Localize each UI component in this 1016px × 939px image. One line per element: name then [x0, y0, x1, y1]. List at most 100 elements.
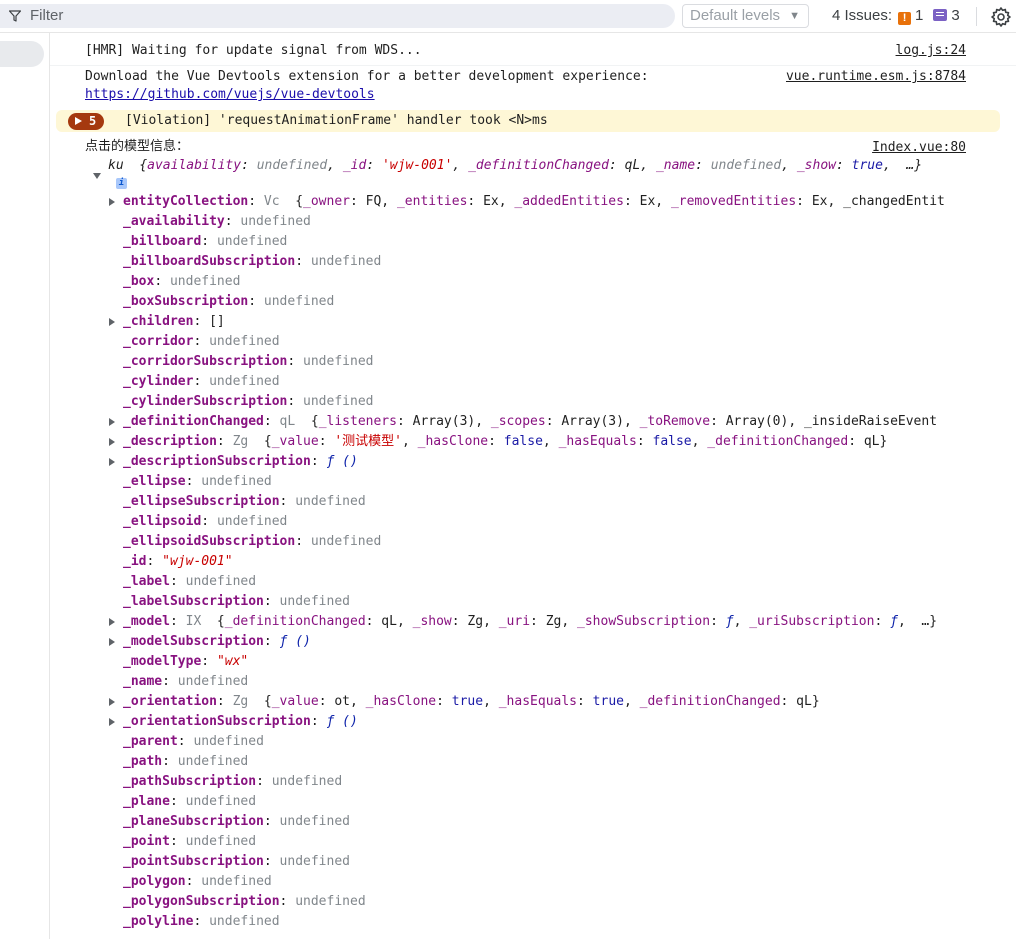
property-row: _id: "wjw-001" [123, 554, 233, 569]
property-row: _ellipse: undefined [123, 474, 272, 489]
property-key: _definitionChanged [123, 414, 264, 429]
property-key: _point [123, 834, 170, 849]
expand-arrow-icon[interactable] [109, 198, 115, 206]
warning-icon: ! [898, 12, 912, 25]
property-value: undefined [209, 374, 280, 389]
property-key: _orientationSubscription [123, 714, 311, 729]
collapse-arrow-icon[interactable] [93, 173, 101, 179]
expand-arrow-icon[interactable] [109, 458, 115, 466]
property-value: undefined [295, 894, 366, 909]
property-value: undefined [177, 754, 249, 769]
property-key: _availability [123, 214, 225, 229]
property-value: undefined [201, 474, 272, 489]
property-row: _modelType: "wx" [123, 654, 249, 669]
property-row: _labelSubscription: undefined [123, 594, 350, 609]
property-row: _point: undefined [123, 834, 257, 849]
property-key: _billboardSubscription [123, 254, 296, 269]
gear-icon[interactable] [990, 6, 1012, 28]
property-row: _polygon: undefined [123, 874, 272, 889]
property-row: _parent: undefined [123, 734, 264, 749]
issues-button[interactable]: 4 Issues:! 1 3 [832, 4, 960, 28]
property-row[interactable]: _orientation: Zg {_value: ot, _hasClone:… [123, 692, 976, 712]
property-row[interactable]: entityCollection: Vc {_owner: FQ, _entit… [123, 192, 976, 212]
property-key: _polyline [123, 914, 194, 929]
expand-arrow-icon[interactable] [109, 318, 115, 326]
log-levels-dropdown[interactable]: Default levels ▼ [682, 4, 809, 28]
property-key: _path [123, 754, 163, 769]
expand-arrow-icon [75, 117, 82, 125]
property-row: _polygonSubscription: undefined [123, 894, 366, 909]
property-value: undefined [177, 674, 249, 689]
property-key: _pathSubscription [123, 774, 257, 789]
property-value: undefined [209, 334, 280, 349]
property-key: _modelSubscription [123, 634, 264, 649]
sidebar-selected-item[interactable] [0, 41, 44, 67]
property-value: undefined [185, 834, 257, 849]
property-value: undefined [279, 854, 350, 869]
property-key: _name [123, 674, 163, 689]
property-row: _billboard: undefined [123, 234, 288, 249]
property-key: _box [123, 274, 155, 289]
property-key: _billboard [123, 234, 202, 249]
source-link[interactable]: log.js:24 [896, 42, 966, 60]
console-messages: [HMR] Waiting for update signal from WDS… [50, 33, 1016, 939]
property-key: _ellipse [123, 474, 186, 489]
property-row: _cylinderSubscription: undefined [123, 394, 374, 409]
property-value: undefined [295, 494, 366, 509]
property-value: undefined [310, 534, 382, 549]
console-message-hmr: [HMR] Waiting for update signal from WDS… [85, 43, 422, 58]
property-row: _ellipsoidSubscription: undefined [123, 534, 382, 549]
log-levels-label: Default levels [690, 7, 781, 24]
property-key: _description [123, 434, 217, 449]
property-value: undefined [279, 814, 350, 829]
console-toolbar: Filter Default levels ▼ 4 Issues:! 1 3 [0, 0, 1016, 33]
object-preview[interactable]: ku {availability: undefined, _id: 'wjw-0… [108, 156, 922, 176]
property-value: undefined [169, 274, 241, 289]
toolbar-divider [976, 7, 977, 26]
filter-placeholder: Filter [30, 7, 64, 24]
property-row[interactable]: _modelSubscription: ƒ () [123, 632, 976, 652]
violation-message[interactable]: 5 [Violation] 'requestAnimationFrame' ha… [56, 110, 1000, 132]
source-link[interactable]: vue.runtime.esm.js:8784 [786, 68, 966, 86]
property-row[interactable]: _children: [] [123, 312, 976, 332]
expand-arrow-icon[interactable] [109, 618, 115, 626]
property-value: Zg {_value: ot, _hasClone: true, _hasEqu… [232, 694, 820, 709]
property-value: IX {_definitionChanged: qL, _show: Zg, _… [185, 614, 938, 629]
devtools-link[interactable]: https://github.com/vuejs/vue-devtools [85, 85, 375, 105]
property-row[interactable]: _definitionChanged: qL {_listeners: Arra… [123, 412, 976, 432]
expand-arrow-icon[interactable] [109, 698, 115, 706]
filter-icon [9, 10, 21, 22]
expand-arrow-icon[interactable] [109, 418, 115, 426]
property-row[interactable]: _model: IX {_definitionChanged: qL, _sho… [123, 612, 976, 632]
property-key: _cylinderSubscription [123, 394, 288, 409]
property-key: entityCollection [123, 194, 249, 209]
property-key: _label [123, 574, 170, 589]
info-icon: i [116, 178, 127, 189]
property-row[interactable]: _descriptionSubscription: ƒ () [123, 452, 976, 472]
property-value: ƒ () [326, 714, 358, 729]
property-value: undefined [279, 594, 350, 609]
source-link[interactable]: Index.vue:80 [872, 139, 966, 157]
message-divider [50, 65, 1016, 66]
expand-arrow-icon[interactable] [109, 718, 115, 726]
property-row: _ellipseSubscription: undefined [123, 494, 366, 509]
property-key: _plane [123, 794, 170, 809]
expand-arrow-icon[interactable] [109, 438, 115, 446]
filter-input[interactable]: Filter [0, 4, 675, 28]
property-key: _pointSubscription [123, 854, 264, 869]
repeat-count-badge: 5 [68, 113, 104, 130]
property-row: _name: undefined [123, 674, 249, 689]
expand-arrow-icon[interactable] [109, 638, 115, 646]
property-key: _boxSubscription [123, 294, 249, 309]
model-log-label: 点击的模型信息： [85, 139, 190, 154]
property-row[interactable]: _description: Zg {_value: '测试模型', _hasCl… [123, 432, 976, 452]
property-row: _plane: undefined [123, 794, 257, 809]
property-row: _box: undefined [123, 274, 241, 289]
property-key: _polygonSubscription [123, 894, 280, 909]
object-class-name: ku [108, 158, 124, 173]
violation-text: [Violation] 'requestAnimationFrame' hand… [125, 113, 548, 128]
property-key: _orientation [123, 694, 217, 709]
property-value: qL {_listeners: Array(3), _scopes: Array… [279, 414, 938, 429]
property-row[interactable]: _orientationSubscription: ƒ () [123, 712, 976, 732]
property-row: _pointSubscription: undefined [123, 854, 350, 869]
